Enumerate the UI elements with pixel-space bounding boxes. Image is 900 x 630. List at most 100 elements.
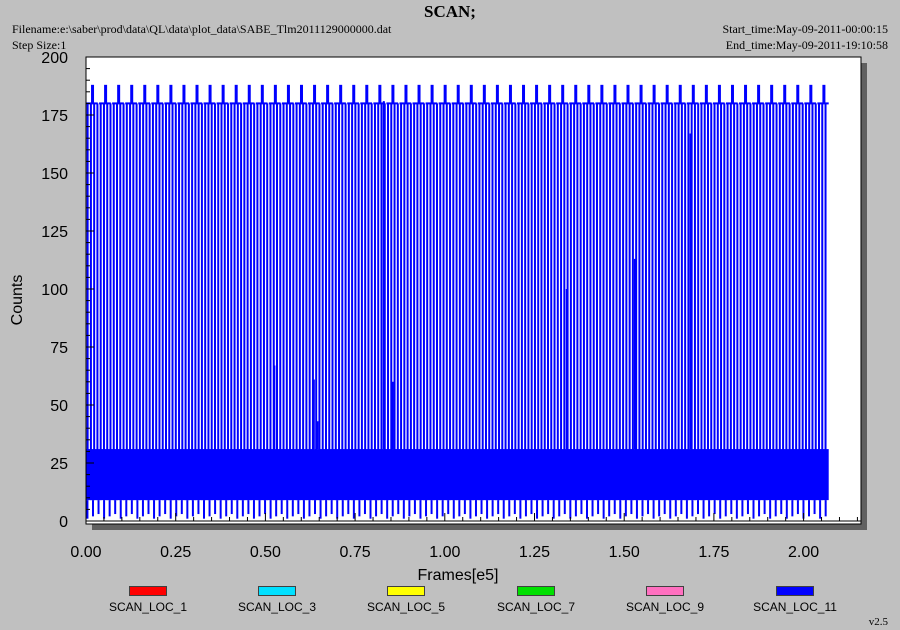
series-peak: [809, 84, 813, 104]
series-peak: [600, 84, 604, 104]
x-tick-label: 1.00: [429, 544, 460, 561]
series-peak: [587, 84, 591, 104]
series-peak: [535, 84, 539, 104]
series-peak: [678, 84, 682, 104]
series-peak: [613, 84, 617, 104]
legend-item: SCAN_LOC_9: [600, 586, 730, 614]
y-tick-label: 50: [50, 398, 68, 415]
x-tick-label: 2.00: [788, 544, 819, 561]
start-time-label: Start_time:May-09-2011-00:00:15: [722, 22, 888, 36]
legend-item: SCAN_LOC_5: [341, 586, 471, 614]
legend-swatch: [129, 586, 167, 596]
series-peak: [247, 84, 251, 104]
series-peak: [117, 84, 121, 104]
legend-label: SCAN_LOC_3: [237, 600, 317, 614]
y-tick-label: 25: [50, 456, 68, 473]
chart-title: SCAN;: [424, 2, 476, 21]
series-peak: [639, 84, 643, 104]
series-peak: [665, 84, 669, 104]
y-tick-label: 75: [50, 340, 68, 357]
series-peak: [299, 84, 303, 104]
x-tick-label: 1.50: [609, 544, 640, 561]
end-time-label: End_time:May-09-2011-19:10:58: [725, 38, 888, 52]
series-peak: [130, 84, 134, 104]
legend-label: SCAN_LOC_9: [625, 600, 705, 614]
x-tick-label: 0.25: [160, 544, 191, 561]
series-peak: [326, 84, 330, 104]
y-tick-label: 150: [41, 166, 68, 183]
series-peak: [352, 84, 356, 104]
series-peak: [574, 84, 578, 104]
x-tick-label: 1.75: [698, 544, 729, 561]
series-peak: [143, 84, 147, 104]
legend-label: SCAN_LOC_11: [753, 600, 837, 614]
legend-swatch: [776, 586, 814, 596]
chart: 02550751001251501752000.00 0.25 0.50 0.75 1.…: [9, 50, 867, 584]
series-peak: [508, 84, 512, 104]
series-peak: [770, 84, 774, 104]
legend-label: SCAN_LOC_5: [366, 600, 446, 614]
series-peak: [561, 84, 565, 104]
series-peak: [522, 84, 526, 104]
series-peak: [195, 84, 199, 104]
x-tick-label: 0.00: [70, 544, 101, 561]
y-axis-label: Counts: [9, 275, 26, 326]
series-peak: [169, 84, 173, 104]
legend-swatch: [517, 586, 555, 596]
series-peak: [482, 84, 486, 104]
legend-swatch: [258, 586, 296, 596]
x-axis-label: Frames[e5]: [418, 567, 499, 584]
legend-item: SCAN_LOC_11: [730, 586, 860, 614]
series-peak: [339, 84, 343, 104]
version-label: v2.5: [868, 616, 888, 628]
series-peak: [391, 84, 395, 104]
series-peak: [365, 84, 369, 104]
x-tick-label: 1.25: [519, 544, 550, 561]
series-peak: [796, 84, 800, 104]
series-peak: [443, 84, 447, 104]
series-peak: [313, 84, 317, 104]
series-peak: [456, 84, 460, 104]
series-peak: [469, 84, 473, 104]
series-peak: [221, 84, 225, 104]
series-peak: [378, 84, 382, 104]
series-peak: [744, 84, 748, 104]
y-tick-label: 125: [41, 224, 68, 241]
legend-item: SCAN_LOC_7: [471, 586, 601, 614]
series-peak: [234, 84, 238, 104]
series-peak: [730, 84, 734, 104]
series-peak: [430, 84, 434, 104]
legend-swatch: [387, 586, 425, 596]
y-tick-label: 100: [41, 282, 68, 299]
series-band: [86, 449, 829, 501]
series-peak: [104, 84, 108, 104]
series-peak: [495, 84, 499, 104]
series-peak: [286, 84, 290, 104]
series-peak: [417, 84, 421, 104]
legend-swatch: [646, 586, 684, 596]
step-size-label: Step Size:1: [12, 38, 67, 52]
series-peak: [208, 84, 212, 104]
x-tick-label: 0.75: [340, 544, 371, 561]
legend-label: SCAN_LOC_7: [496, 600, 576, 614]
legend-item: SCAN_LOC_3: [212, 586, 342, 614]
x-tick-label: 0.50: [250, 544, 281, 561]
series-peak: [652, 84, 656, 104]
series-peak: [704, 84, 708, 104]
series-peak: [626, 84, 630, 104]
series-peak: [273, 84, 277, 104]
y-tick-label: 0: [59, 514, 68, 531]
filename-label: Filename:e:\saber\prod\data\QL\data\plot…: [12, 22, 392, 36]
series-peak: [404, 84, 408, 104]
series-peak: [260, 84, 264, 104]
series-peak: [757, 84, 761, 104]
series-peak: [182, 84, 186, 104]
series-peak: [548, 84, 552, 104]
series-peak: [91, 84, 95, 104]
series-peak: [822, 84, 826, 104]
series-peak: [691, 84, 695, 104]
series-peak: [717, 84, 721, 104]
series-peak: [783, 84, 787, 104]
legend-item: SCAN_LOC_1: [83, 586, 213, 614]
series-peak: [156, 84, 160, 104]
